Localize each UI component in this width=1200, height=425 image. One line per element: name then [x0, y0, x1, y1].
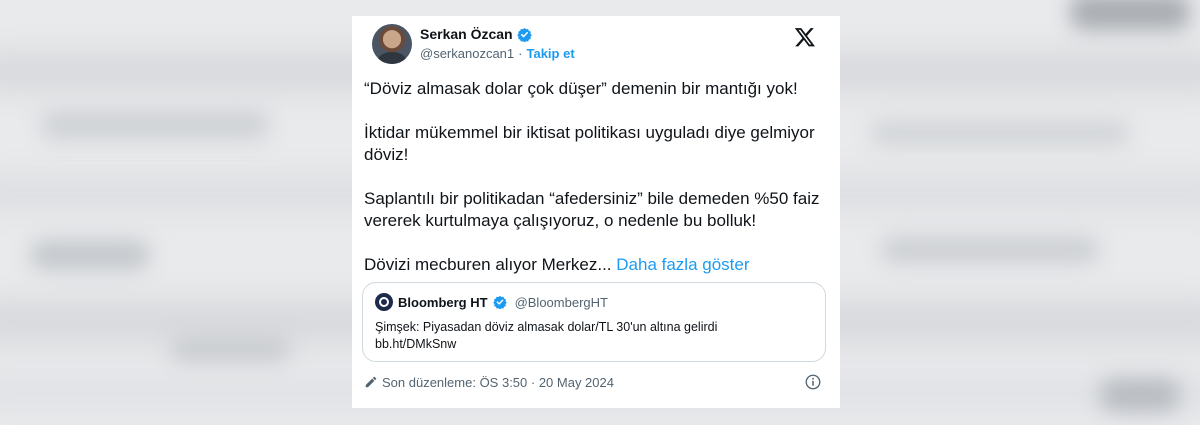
- background-blur-blob: [40, 110, 270, 140]
- background-blur-blob: [30, 240, 150, 270]
- quoted-author-handle: @BloombergHT: [514, 294, 608, 310]
- quoted-author-name: Bloomberg HT: [398, 294, 488, 310]
- x-logo-icon[interactable]: [794, 26, 816, 48]
- tweet-paragraph: “Döviz almasak dolar çok düşer” demenin …: [364, 79, 798, 98]
- separator-dot: ·: [518, 46, 523, 61]
- tweet-text: “Döviz almasak dolar çok düşer” demenin …: [364, 78, 828, 298]
- tweet-footer: Son düzenleme: ÖS 3:50 · 20 May 2024: [364, 372, 828, 392]
- author-name-line: Serkan Özcan: [420, 26, 532, 42]
- tweet-paragraph: Saplantılı bir politikadan “afedersiniz”…: [364, 189, 820, 230]
- author-handle-line: @serkanozcan1 · Takip et: [420, 46, 575, 61]
- info-icon[interactable]: [804, 373, 822, 391]
- edited-timestamp[interactable]: Son düzenleme: ÖS 3:50 · 20 May 2024: [382, 375, 614, 390]
- background-blur-blob: [170, 336, 290, 362]
- author-avatar[interactable]: [372, 24, 412, 64]
- quoted-tweet[interactable]: Bloomberg HT @BloombergHT Şimşek: Piyasa…: [362, 282, 826, 362]
- tweet-last-line: Dövizi mecburen alıyor Merkez... Daha fa…: [364, 254, 828, 276]
- background-blur-blob: [1100, 378, 1180, 412]
- quoted-author-avatar: [375, 293, 393, 311]
- background-blur-blob: [870, 120, 1130, 146]
- verified-badge-icon: [516, 27, 532, 42]
- verified-badge-icon: [492, 295, 507, 309]
- background-blur-blob: [1070, 0, 1190, 30]
- quoted-tweet-text: Şimşek: Piyasadan döviz almasak dolar/TL…: [375, 319, 717, 353]
- tweet-truncated-text: Dövizi mecburen alıyor Merkez...: [364, 255, 612, 274]
- tweet-card: Serkan Özcan @serkanozcan1 · Takip et “D…: [352, 16, 840, 408]
- quoted-text-line: Şimşek: Piyasadan döviz almasak dolar/TL…: [375, 320, 718, 334]
- tweet-paragraph: İktidar mükemmel bir iktisat politikası …: [364, 123, 815, 164]
- follow-button[interactable]: Takip et: [526, 46, 574, 61]
- tweet-header: Serkan Özcan @serkanozcan1 · Takip et: [364, 22, 828, 72]
- pencil-icon: [365, 376, 377, 388]
- quoted-tweet-header: Bloomberg HT @BloombergHT: [375, 293, 608, 311]
- author-handle[interactable]: @serkanozcan1: [420, 46, 514, 61]
- background-blur-blob: [880, 236, 1100, 264]
- show-more-link[interactable]: Daha fazla göster: [616, 255, 749, 274]
- quoted-link[interactable]: bb.ht/DMkSnw: [375, 336, 717, 353]
- author-name[interactable]: Serkan Özcan: [420, 26, 513, 42]
